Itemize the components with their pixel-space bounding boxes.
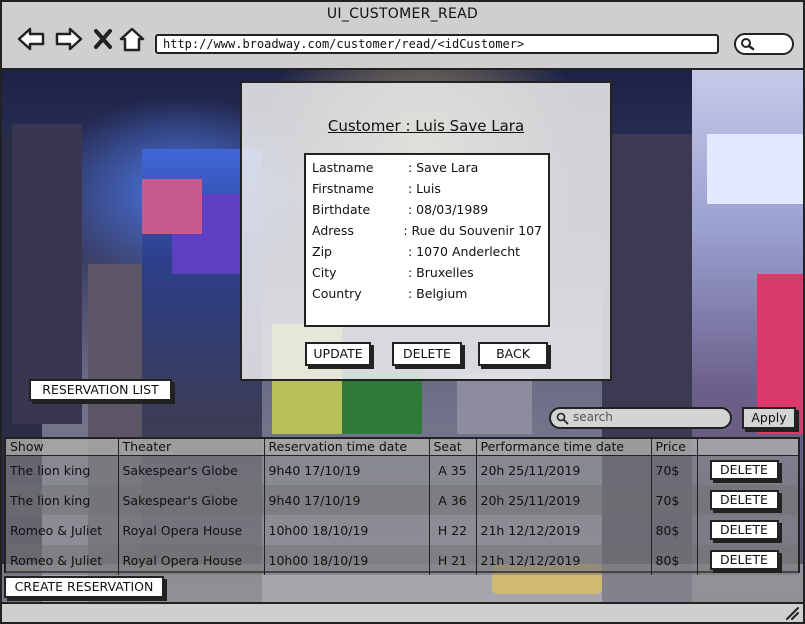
detail-row-address: Adress : Rue du Souvenir 107 [312, 220, 542, 241]
status-bar [2, 602, 803, 622]
browser-toolbar: UI_CUSTOMER_READ http://www.broadway.com… [2, 2, 803, 70]
cell-performance-time: 20h 25/11/2019 [476, 455, 652, 485]
customer-details: Lastname : Save Lara Firstname : Luis Bi… [304, 153, 550, 327]
detail-row-firstname: Firstname : Luis [312, 178, 542, 199]
cell-theater: Sakespear's Globe [118, 485, 265, 515]
detail-row-birthdate: Birthdate : 08/03/1989 [312, 199, 542, 220]
table-row[interactable]: The lion king Sakespear's Globe 9h40 17/… [6, 485, 798, 515]
table-row[interactable]: The lion king Sakespear's Globe 9h40 17/… [6, 455, 798, 485]
detail-label: Birthdate [312, 202, 371, 217]
cell-performance-time: 20h 25/11/2019 [476, 485, 652, 515]
detail-label: Zip [312, 244, 332, 259]
cell-seat: H 22 [429, 515, 477, 545]
cell-actions: DELETE [697, 515, 798, 545]
cell-seat: A 36 [429, 485, 477, 515]
table-header-row: Show Theater Reservation time date Seat … [6, 439, 798, 456]
back-arrow-icon[interactable] [16, 26, 46, 52]
detail-value: : Luis [408, 181, 441, 196]
column-header-seat[interactable]: Seat [429, 439, 477, 456]
apply-button[interactable]: Apply [742, 407, 796, 429]
cell-performance-time: 21h 12/12/2019 [476, 515, 652, 545]
delete-customer-button[interactable]: DELETE [392, 342, 462, 366]
detail-value: : 08/03/1989 [408, 202, 489, 217]
detail-row-city: City : Bruxelles [312, 262, 542, 283]
delete-reservation-button[interactable]: DELETE [709, 490, 779, 510]
search-placeholder: search [573, 410, 613, 424]
cell-show: The lion king [6, 485, 119, 515]
detail-label: City [312, 265, 337, 280]
column-header-theater[interactable]: Theater [118, 439, 265, 456]
detail-label: Adress [312, 223, 354, 238]
detail-label: Country [312, 286, 362, 301]
cell-price: 80$ [651, 515, 698, 545]
cell-seat: A 35 [429, 455, 477, 485]
cell-price: 70$ [651, 485, 698, 515]
column-header-performance-time[interactable]: Performance time date [476, 439, 652, 456]
search-icon [741, 38, 755, 51]
detail-value: : Belgium [408, 286, 468, 301]
cell-reservation-time: 9h40 17/10/19 [264, 455, 430, 485]
reservation-search-input[interactable]: search [549, 407, 732, 429]
cell-actions: DELETE [697, 485, 798, 515]
detail-label: Firstname [312, 181, 374, 196]
detail-value: : 1070 Anderlecht [408, 244, 521, 259]
cell-show: Romeo & Juliet [6, 545, 119, 575]
back-button[interactable]: BACK [478, 342, 548, 366]
reservation-list-button[interactable]: RESERVATION LIST [29, 379, 172, 401]
search-icon [556, 412, 569, 425]
detail-value: : Rue du Souvenir 107 [403, 223, 542, 238]
forward-arrow-icon[interactable] [54, 26, 84, 52]
cell-reservation-time: 9h40 17/10/19 [264, 485, 430, 515]
browser-search-field[interactable] [734, 33, 794, 55]
detail-value: : Save Lara [408, 160, 479, 175]
delete-reservation-button[interactable]: DELETE [709, 550, 779, 570]
column-header-reservation-time[interactable]: Reservation time date [264, 439, 430, 456]
cell-theater: Royal Opera House [118, 545, 265, 575]
cell-price: 70$ [651, 455, 698, 485]
cell-price: 80$ [651, 545, 698, 575]
customer-detail-panel: Customer : Luis Save Lara Lastname : Sav… [240, 81, 612, 381]
cell-reservation-time: 10h00 18/10/19 [264, 515, 430, 545]
close-icon[interactable] [90, 26, 116, 52]
detail-row-zip: Zip : 1070 Anderlecht [312, 241, 542, 262]
detail-row-country: Country : Belgium [312, 283, 542, 304]
browser-window: UI_CUSTOMER_READ http://www.broadway.com… [0, 0, 805, 624]
cell-theater: Sakespear's Globe [118, 455, 265, 485]
table-row[interactable]: Romeo & Juliet Royal Opera House 10h00 1… [6, 515, 798, 545]
detail-value: : Bruxelles [408, 265, 474, 280]
resize-handle-icon[interactable] [785, 606, 799, 620]
delete-reservation-button[interactable]: DELETE [709, 520, 779, 540]
customer-title: Customer : Luis Save Lara [327, 117, 525, 135]
cell-show: Romeo & Juliet [6, 515, 119, 545]
detail-label: Lastname [312, 160, 374, 175]
reservations-table: Show Theater Reservation time date Seat … [4, 437, 800, 575]
cell-show: The lion king [6, 455, 119, 485]
cell-actions: DELETE [697, 455, 798, 485]
column-header-show[interactable]: Show [6, 439, 119, 456]
update-button[interactable]: UPDATE [305, 342, 371, 366]
cell-theater: Royal Opera House [118, 515, 265, 545]
home-icon[interactable] [118, 26, 146, 52]
url-field[interactable]: http://www.broadway.com/customer/read/<i… [155, 34, 719, 54]
window-title: UI_CUSTOMER_READ [326, 6, 479, 22]
cell-reservation-time: 10h00 18/10/19 [264, 545, 430, 575]
cell-actions: DELETE [697, 545, 798, 575]
table-row[interactable]: Romeo & Juliet Royal Opera House 10h00 1… [6, 545, 798, 575]
cell-seat: H 21 [429, 545, 477, 575]
column-header-actions [697, 439, 798, 456]
detail-row-lastname: Lastname : Save Lara [312, 157, 542, 178]
delete-reservation-button[interactable]: DELETE [709, 460, 779, 481]
cell-performance-time: 21h 12/12/2019 [476, 545, 652, 575]
column-header-price[interactable]: Price [651, 439, 698, 456]
create-reservation-button[interactable]: CREATE RESERVATION [4, 576, 164, 598]
